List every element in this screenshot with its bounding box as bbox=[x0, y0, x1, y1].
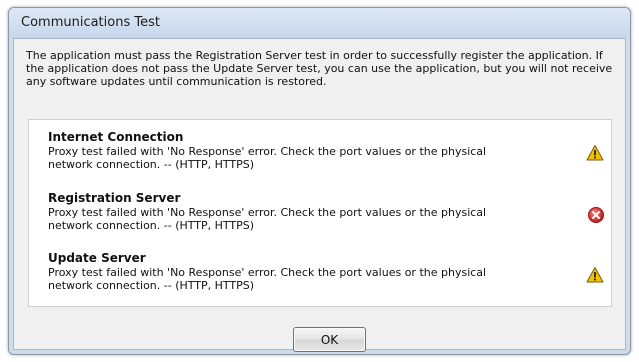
result-item-registration-server: Registration Server Proxy test failed wi… bbox=[48, 191, 608, 232]
result-item-internet-connection: Internet Connection Proxy test failed wi… bbox=[48, 130, 608, 171]
result-description: Proxy test failed with 'No Response' err… bbox=[48, 206, 487, 232]
result-title: Registration Server bbox=[48, 191, 181, 205]
communications-test-dialog: Communications Test The application must… bbox=[8, 7, 631, 355]
result-description: Proxy test failed with 'No Response' err… bbox=[48, 266, 487, 292]
warning-icon bbox=[586, 145, 604, 161]
dialog-body: The application must pass the Registrati… bbox=[13, 38, 626, 352]
result-item-update-server: Update Server Proxy test failed with 'No… bbox=[48, 251, 608, 292]
ok-button[interactable]: OK bbox=[293, 327, 366, 352]
result-title: Internet Connection bbox=[48, 130, 184, 144]
error-icon bbox=[588, 207, 604, 223]
dialog-title: Communications Test bbox=[21, 15, 160, 30]
title-bar[interactable]: Communications Test bbox=[9, 8, 630, 38]
result-description: Proxy test failed with 'No Response' err… bbox=[48, 145, 487, 171]
result-title: Update Server bbox=[48, 251, 146, 265]
intro-text: The application must pass the Registrati… bbox=[26, 49, 613, 88]
warning-icon bbox=[586, 267, 604, 283]
test-results-panel: Internet Connection Proxy test failed wi… bbox=[28, 119, 612, 307]
